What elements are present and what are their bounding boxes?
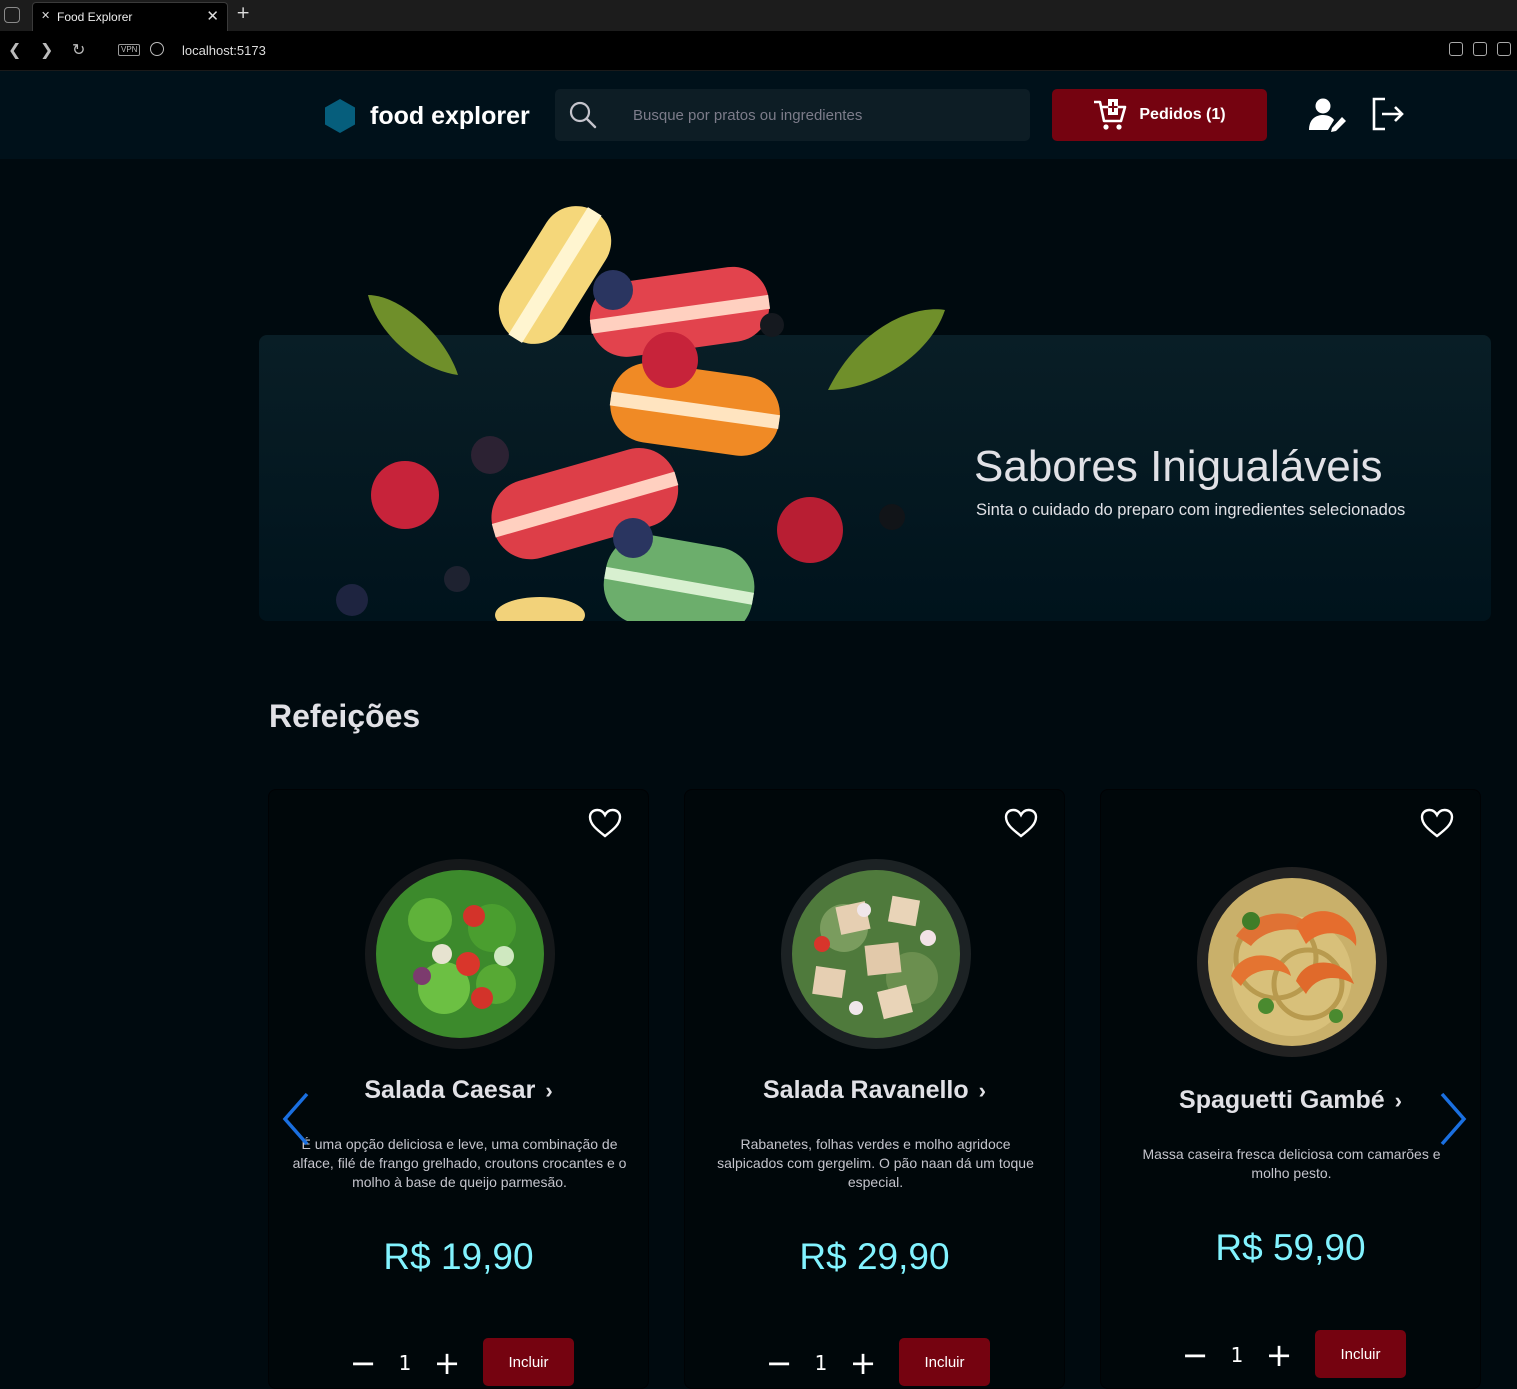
dish-image[interactable] bbox=[1196, 866, 1388, 1058]
banner-title: Sabores Inigualáveis bbox=[974, 442, 1383, 491]
orders-button[interactable]: Pedidos (1) bbox=[1052, 89, 1267, 141]
dish-card: Spaguetti Gambé › Massa caseira fresca de… bbox=[1100, 789, 1481, 1389]
increase-button[interactable]: + bbox=[1265, 1336, 1293, 1374]
dish-price: R$ 19,90 bbox=[383, 1236, 534, 1277]
profile-button[interactable] bbox=[1308, 97, 1348, 137]
heart-icon bbox=[588, 808, 622, 838]
quantity-stepper: − 1 + bbox=[765, 1344, 877, 1382]
chevron-right-icon: › bbox=[978, 1078, 986, 1103]
carousel-prev-button[interactable] bbox=[281, 1092, 311, 1150]
browser-tab[interactable]: ✕ Food Explorer ✕ bbox=[32, 2, 228, 31]
carousel-next-button[interactable] bbox=[1438, 1092, 1468, 1150]
zoom-icon[interactable] bbox=[1449, 42, 1463, 56]
search-bar[interactable] bbox=[555, 89, 1030, 141]
heart-icon bbox=[1420, 808, 1454, 838]
fork-knife-icon: ✕ bbox=[41, 9, 51, 22]
forward-icon[interactable]: ❯ bbox=[40, 40, 53, 59]
chevron-right-icon: › bbox=[1394, 1088, 1402, 1113]
dish-name: Salada Caesar bbox=[364, 1076, 536, 1104]
quantity-stepper: − 1 + bbox=[349, 1344, 461, 1382]
close-tab-icon[interactable]: ✕ bbox=[206, 7, 219, 25]
banner-subtitle: Sinta o cuidado do preparo com ingredien… bbox=[976, 501, 1406, 519]
cart-icon bbox=[1094, 99, 1127, 130]
tab-menu-icon[interactable] bbox=[4, 7, 20, 23]
macarons-illustration bbox=[336, 206, 945, 621]
dish-name-link[interactable]: Salada Caesar › bbox=[269, 1076, 648, 1105]
section-title: Refeições bbox=[269, 698, 421, 734]
search-input[interactable] bbox=[633, 89, 1013, 141]
new-tab-icon[interactable]: + bbox=[236, 3, 250, 23]
browser-addressbar: ❮ ❯ ↻ VPN localhost:5173 bbox=[0, 31, 1517, 71]
increase-button[interactable]: + bbox=[849, 1344, 877, 1382]
dish-description: Rabanetes, folhas verdes e molho agridoc… bbox=[717, 1136, 1034, 1190]
dish-card: Salada Caesar › É uma opção deliciosa e l… bbox=[268, 789, 649, 1389]
dish-image[interactable] bbox=[780, 858, 972, 1050]
chevron-right-icon: › bbox=[545, 1078, 553, 1103]
dish-name: Salada Ravanello bbox=[763, 1076, 969, 1104]
tab-title: Food Explorer bbox=[57, 10, 133, 24]
decrease-button[interactable]: − bbox=[765, 1344, 793, 1382]
dish-card: Salada Ravanello › Rabanetes, folhas verd… bbox=[684, 789, 1065, 1389]
globe-icon bbox=[150, 42, 164, 56]
chevron-left-icon bbox=[282, 1092, 309, 1146]
include-button[interactable]: Incluir bbox=[899, 1338, 990, 1386]
user-edit-icon bbox=[1309, 98, 1346, 132]
address-tools bbox=[1449, 42, 1511, 56]
dish-price: R$ 29,90 bbox=[799, 1236, 950, 1277]
signout-button[interactable] bbox=[1371, 97, 1405, 135]
orders-label: Pedidos (1) bbox=[1139, 106, 1226, 123]
quantity-value: 1 bbox=[814, 1351, 828, 1375]
heart-icon bbox=[1004, 808, 1038, 838]
dish-price: R$ 59,90 bbox=[1215, 1227, 1366, 1268]
brand-name: food explorer bbox=[370, 101, 530, 130]
favorite-button[interactable] bbox=[1420, 808, 1454, 842]
dish-image[interactable] bbox=[364, 858, 556, 1050]
dish-name-link[interactable]: Salada Ravanello › bbox=[685, 1076, 1064, 1105]
dish-name-link[interactable]: Spaguetti Gambé › bbox=[1101, 1086, 1480, 1115]
browser-tabbar: ✕ Food Explorer ✕ + bbox=[0, 0, 1517, 31]
dish-description: É uma opção deliciosa e leve, uma combin… bbox=[292, 1136, 627, 1190]
chevron-right-icon bbox=[1440, 1092, 1467, 1146]
vpn-badge[interactable]: VPN bbox=[118, 44, 141, 56]
sign-out-icon bbox=[1372, 97, 1404, 131]
reload-icon[interactable]: ↻ bbox=[72, 40, 85, 59]
search-icon bbox=[569, 101, 597, 129]
app-header: food explorer Pedidos (1) bbox=[0, 71, 1517, 159]
brand-logo[interactable]: food explorer bbox=[324, 99, 530, 133]
decrease-button[interactable]: − bbox=[349, 1344, 377, 1382]
include-button[interactable]: Incluir bbox=[483, 1338, 574, 1386]
dish-name: Spaguetti Gambé bbox=[1179, 1086, 1385, 1114]
back-icon[interactable]: ❮ bbox=[8, 40, 21, 59]
decrease-button[interactable]: − bbox=[1181, 1336, 1209, 1374]
include-button[interactable]: Incluir bbox=[1315, 1330, 1406, 1378]
dish-description: Massa caseira fresca deliciosa com camar… bbox=[1142, 1146, 1441, 1181]
quantity-stepper: − 1 + bbox=[1181, 1336, 1293, 1374]
favorite-button[interactable] bbox=[1004, 808, 1038, 842]
hexagon-logo-icon bbox=[325, 99, 355, 133]
increase-button[interactable]: + bbox=[433, 1344, 461, 1382]
quantity-value: 1 bbox=[1230, 1343, 1244, 1367]
favorite-button[interactable] bbox=[588, 808, 622, 842]
camera-icon[interactable] bbox=[1497, 42, 1511, 56]
quantity-value: 1 bbox=[398, 1351, 412, 1375]
url-field[interactable]: localhost:5173 bbox=[182, 43, 266, 58]
share-icon[interactable] bbox=[1473, 42, 1487, 56]
